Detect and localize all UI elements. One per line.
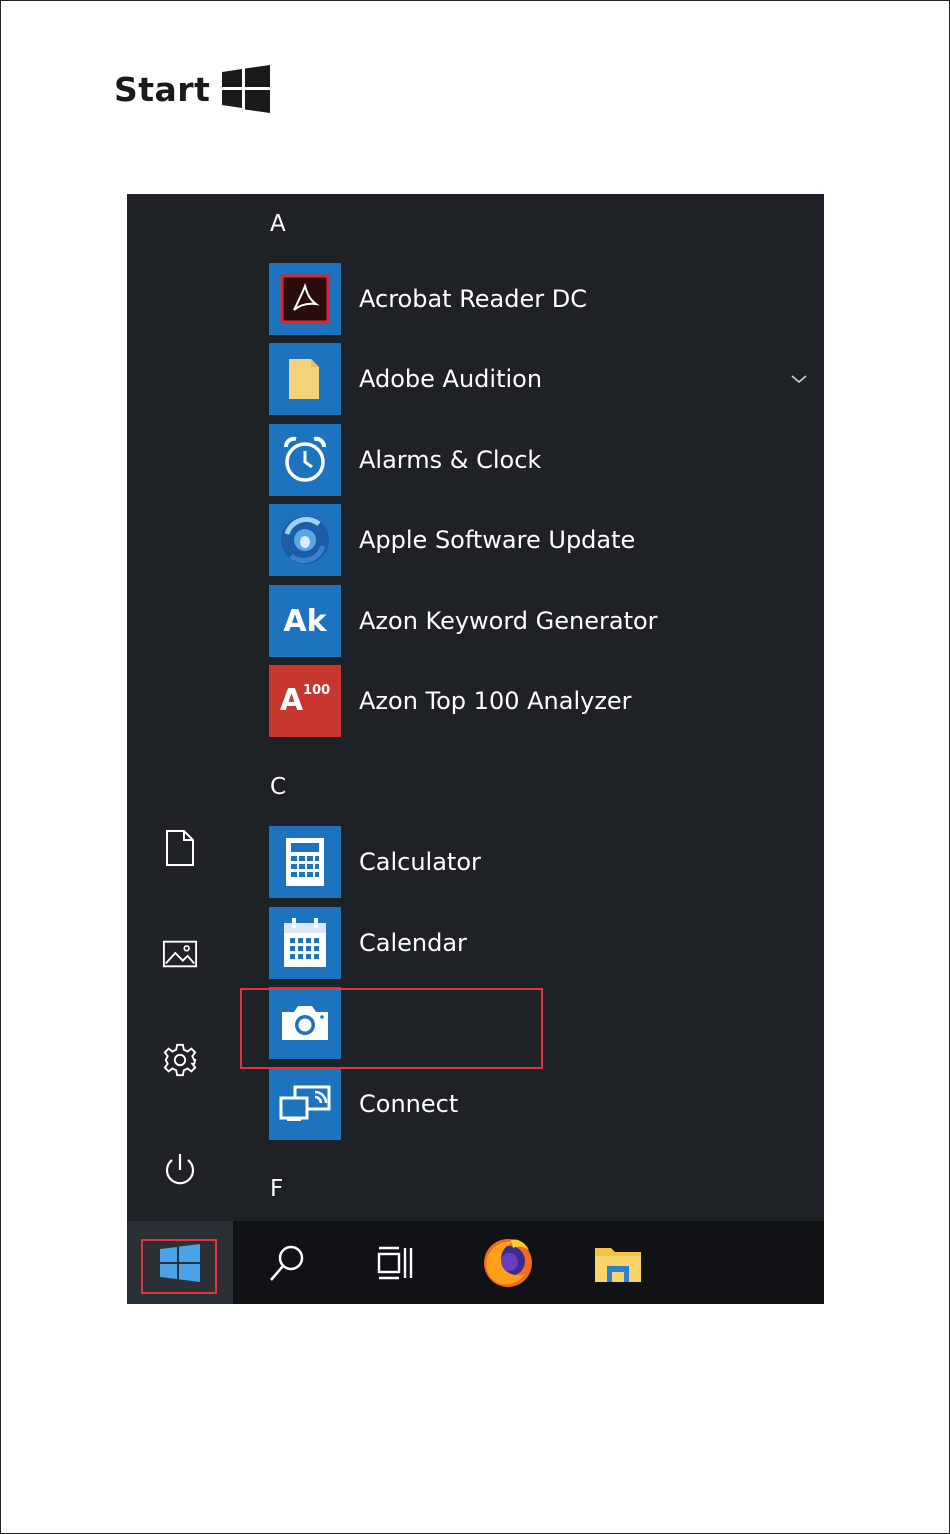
acrobat-icon (269, 263, 341, 335)
firefox-icon[interactable] (475, 1221, 541, 1304)
folder-icon (269, 343, 341, 415)
camera-highlight-box (240, 988, 543, 1069)
app-name: Alarms & Clock (359, 446, 542, 474)
calculator-icon (269, 826, 341, 898)
start-highlight-box (141, 1239, 217, 1294)
app-calendar[interactable]: Calendar (269, 907, 809, 979)
app-name: Azon Keyword Generator (359, 607, 658, 635)
app-connect[interactable]: Connect (269, 1068, 809, 1140)
ak-icon: Ak (269, 585, 341, 657)
section-letter-c[interactable]: C (270, 774, 286, 800)
app-name: Adobe Audition (359, 365, 543, 393)
app-azon-top-100-analyzer[interactable]: A 100 Azon Top 100 Analyzer (269, 665, 809, 737)
app-calculator[interactable]: Calculator (269, 826, 809, 898)
instruction-heading: Start (114, 64, 271, 114)
ak-icon-text: Ak (283, 603, 327, 639)
windows-logo-icon (222, 65, 271, 113)
pictures-icon[interactable] (162, 934, 198, 974)
a100-icon-superscript: 100 (303, 683, 331, 698)
app-alarms-clock[interactable]: Alarms & Clock (269, 424, 809, 496)
a100-icon-letter: A (279, 683, 304, 718)
file-explorer-icon[interactable] (585, 1221, 651, 1304)
chevron-down-icon[interactable] (789, 369, 809, 389)
alarm-clock-icon (269, 424, 341, 496)
search-icon[interactable] (257, 1221, 317, 1304)
connect-icon (269, 1068, 341, 1140)
app-adobe-audition[interactable]: Adobe Audition (269, 343, 809, 415)
apple-update-icon (269, 504, 341, 576)
calendar-icon (269, 907, 341, 979)
start-button[interactable] (127, 1221, 233, 1304)
app-name: Acrobat Reader DC (359, 285, 587, 313)
app-name: Calculator (359, 848, 481, 876)
app-azon-keyword-generator[interactable]: Ak Azon Keyword Generator (269, 585, 809, 657)
app-apple-software-update[interactable]: Apple Software Update (269, 504, 809, 576)
start-left-rail (127, 194, 235, 1221)
section-letter-a[interactable]: A (270, 211, 286, 237)
app-name: Azon Top 100 Analyzer (359, 687, 632, 715)
settings-icon[interactable] (162, 1040, 198, 1080)
document-icon[interactable] (162, 828, 198, 868)
app-name: Connect (359, 1090, 459, 1118)
power-icon[interactable] (162, 1150, 198, 1190)
start-menu-screenshot: A Acrobat Reader DC Adobe Audition Alarm… (127, 194, 824, 1304)
section-letter-f[interactable]: F (270, 1176, 283, 1202)
a100-icon: A 100 (269, 665, 341, 737)
task-view-icon[interactable] (365, 1221, 425, 1304)
app-name: Apple Software Update (359, 526, 636, 554)
taskbar (127, 1221, 824, 1304)
app-acrobat-reader-dc[interactable]: Acrobat Reader DC (269, 263, 809, 335)
app-name: Calendar (359, 929, 467, 957)
heading-title: Start (114, 69, 211, 109)
